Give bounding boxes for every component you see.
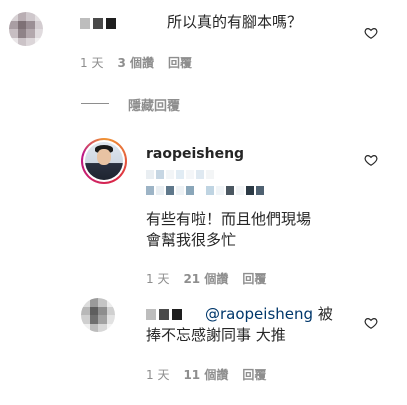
reply-text-line-1: @raopeisheng 被 [205, 304, 333, 325]
reply-likes[interactable]: 21 個讚 [183, 270, 228, 287]
comment-meta: 1 天 3 個讚 回覆 [80, 54, 192, 71]
commenter-username[interactable] [80, 18, 116, 29]
heart-icon[interactable] [364, 316, 378, 330]
comment-time[interactable]: 1 天 [80, 54, 103, 71]
reply-time[interactable]: 1 天 [146, 270, 169, 287]
commenter-avatar[interactable] [9, 12, 43, 46]
comment-likes[interactable]: 3 個讚 [117, 54, 154, 71]
reply-text-line-2: 捧不忘感謝同事 大推 [146, 326, 286, 344]
reply-likes[interactable]: 11 個讚 [183, 366, 228, 383]
reply-text-after-mention: 被 [317, 305, 333, 323]
heart-icon[interactable] [364, 26, 378, 40]
reply-username[interactable]: raopeisheng [146, 146, 244, 162]
reply-button[interactable]: 回覆 [242, 366, 266, 383]
commenter-username[interactable] [146, 309, 182, 320]
reply-button[interactable]: 回覆 [168, 54, 192, 71]
mention-link[interactable]: @raopeisheng [205, 305, 313, 323]
reply-meta: 1 天 21 個讚 回覆 [146, 270, 266, 287]
comment-text: 所以真的有腳本嗎？ [167, 13, 303, 31]
commenter-avatar[interactable] [81, 298, 115, 332]
reply-text-line-1: 有些有啦！而且他們現場 [146, 210, 312, 228]
blurred-emoji-row [146, 168, 296, 202]
reply-meta: 1 天 11 個讚 回覆 [146, 366, 266, 383]
heart-icon[interactable] [364, 153, 378, 167]
divider-line [81, 103, 109, 104]
reply-text-line-2: 會幫我很多忙 [146, 231, 237, 249]
hide-replies-button[interactable]: 隱藏回覆 [128, 95, 180, 114]
author-avatar[interactable] [81, 138, 127, 184]
author-photo [85, 142, 123, 180]
reply-button[interactable]: 回覆 [242, 270, 266, 287]
reply-time[interactable]: 1 天 [146, 366, 169, 383]
